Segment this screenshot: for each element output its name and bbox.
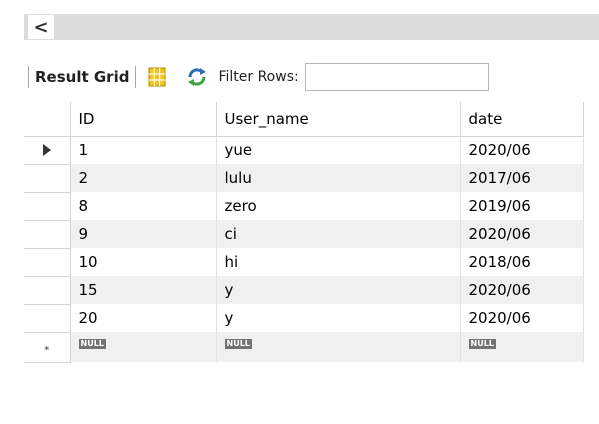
cell-date[interactable]: 2018/06 — [460, 248, 584, 276]
toolbar-separator — [28, 66, 29, 88]
new-row-selector[interactable]: * — [24, 332, 71, 363]
header-row: ID User_name date — [24, 102, 584, 137]
cell-date[interactable]: 2020/06 — [460, 304, 584, 332]
table-row[interactable]: 8 zero 2019/06 — [24, 192, 584, 221]
cell-id[interactable]: 10 — [70, 248, 217, 276]
cell-user-name[interactable]: ci — [216, 220, 461, 248]
cell-id[interactable]: 20 — [70, 304, 217, 332]
column-header-date[interactable]: date — [460, 102, 584, 137]
cell-id[interactable]: 2 — [70, 164, 217, 192]
table-row[interactable]: 20 y 2020/06 — [24, 304, 584, 333]
cell-user-name-null[interactable]: NULL — [216, 332, 461, 362]
scroll-left-button[interactable]: < — [28, 15, 54, 39]
cell-user-name[interactable]: y — [216, 304, 461, 332]
new-row[interactable]: * NULL NULL NULL — [24, 332, 584, 363]
cell-user-name[interactable]: y — [216, 276, 461, 304]
cell-id[interactable]: 15 — [70, 276, 217, 304]
cell-date[interactable]: 2020/06 — [460, 276, 584, 304]
row-selector[interactable] — [24, 136, 71, 165]
cell-date[interactable]: 2020/06 — [460, 136, 584, 164]
result-grid-table: ID User_name date 1 yue 2020/06 2 lulu 2… — [24, 102, 584, 363]
cell-user-name[interactable]: lulu — [216, 164, 461, 192]
refresh-icon[interactable] — [186, 66, 208, 88]
row-selector[interactable] — [24, 304, 71, 333]
filter-rows-label: Filter Rows: — [218, 69, 299, 85]
cell-id[interactable]: 9 — [70, 220, 217, 248]
row-selector[interactable] — [24, 192, 71, 221]
table-row[interactable]: 2 lulu 2017/06 — [24, 164, 584, 193]
cell-user-name[interactable]: hi — [216, 248, 461, 276]
row-selector[interactable] — [24, 164, 71, 193]
row-header-corner[interactable] — [24, 102, 71, 137]
row-selector[interactable] — [24, 276, 71, 305]
null-badge: NULL — [78, 339, 106, 349]
null-badge: NULL — [224, 339, 252, 349]
cell-id[interactable]: 1 — [70, 136, 217, 164]
row-selector[interactable] — [24, 220, 71, 249]
filter-rows-input[interactable] — [304, 63, 489, 91]
result-toolbar: Result Grid Filter Rows: — [24, 56, 599, 98]
table-row[interactable]: 1 yue 2020/06 — [24, 136, 584, 165]
row-selector[interactable] — [24, 248, 71, 277]
cell-date[interactable]: 2020/06 — [460, 220, 584, 248]
cell-date-null[interactable]: NULL — [460, 332, 584, 362]
column-header-user-name[interactable]: User_name — [216, 102, 461, 137]
cell-date[interactable]: 2017/06 — [460, 164, 584, 192]
column-header-id[interactable]: ID — [70, 102, 217, 137]
table-row[interactable]: 10 hi 2018/06 — [24, 248, 584, 277]
cell-user-name[interactable]: zero — [216, 192, 461, 220]
new-row-marker-icon: * — [44, 345, 50, 356]
current-row-arrow-icon — [42, 144, 51, 156]
cell-user-name[interactable]: yue — [216, 136, 461, 164]
cell-id-null[interactable]: NULL — [70, 332, 217, 362]
cell-date[interactable]: 2019/06 — [460, 192, 584, 220]
grid-layout-icon[interactable] — [148, 67, 166, 87]
null-badge: NULL — [468, 339, 496, 349]
table-row[interactable]: 9 ci 2020/06 — [24, 220, 584, 249]
horizontal-scrollbar[interactable] — [24, 14, 599, 40]
cell-id[interactable]: 8 — [70, 192, 217, 220]
table-row[interactable]: 15 y 2020/06 — [24, 276, 584, 305]
toolbar-separator — [135, 66, 137, 88]
result-grid-tab[interactable]: Result Grid — [35, 68, 129, 86]
